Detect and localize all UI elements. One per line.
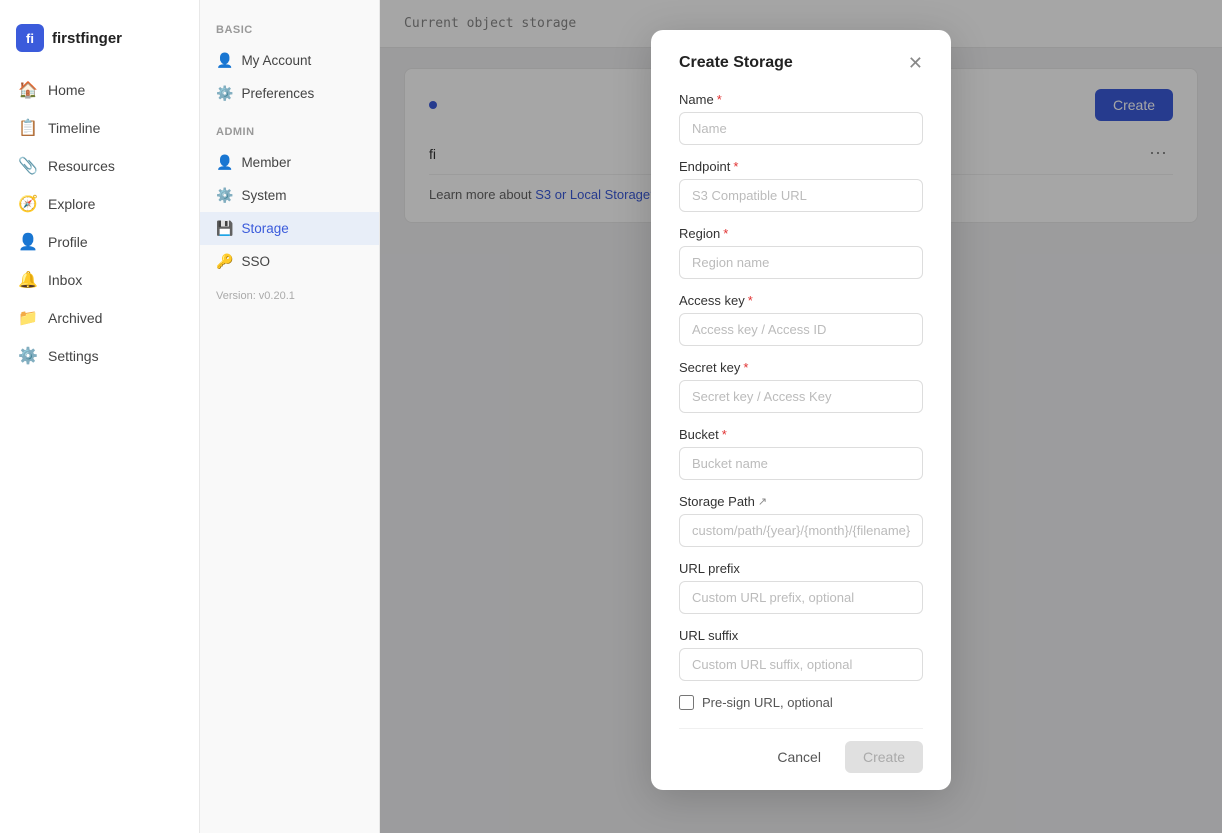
sidebar-item-profile[interactable]: 👤 Profile bbox=[8, 224, 191, 260]
secondary-nav-member[interactable]: 👤 Member bbox=[200, 146, 379, 179]
sidebar-item-label: Profile bbox=[48, 234, 88, 250]
label-region: Region * bbox=[679, 226, 923, 241]
required-star-bucket: * bbox=[722, 427, 727, 442]
sidebar-item-label: Timeline bbox=[48, 120, 100, 136]
input-bucket[interactable] bbox=[679, 447, 923, 480]
sso-icon: 🔑 bbox=[216, 253, 233, 270]
form-group-url-prefix: URL prefix bbox=[679, 561, 923, 614]
sidebar-item-label: Inbox bbox=[48, 272, 82, 288]
timeline-icon: 📋 bbox=[18, 118, 38, 138]
profile-icon: 👤 bbox=[18, 232, 38, 252]
admin-section-label: Admin bbox=[200, 126, 379, 146]
storage-icon: 💾 bbox=[216, 220, 233, 237]
form-group-region: Region * bbox=[679, 226, 923, 279]
form-group-name: Name * bbox=[679, 92, 923, 145]
label-secret-key: Secret key * bbox=[679, 360, 923, 375]
sidebar-nav: 🏠 Home 📋 Timeline 📎 Resources 🧭 Explore … bbox=[0, 72, 199, 374]
label-storage-path: Storage Path ↗ bbox=[679, 494, 923, 509]
modal-actions: Cancel Create bbox=[679, 728, 923, 773]
system-icon: ⚙️ bbox=[216, 187, 233, 204]
input-secret-key[interactable] bbox=[679, 380, 923, 413]
form-group-storage-path: Storage Path ↗ bbox=[679, 494, 923, 547]
secondary-nav-preferences[interactable]: ⚙️ Preferences bbox=[200, 77, 379, 110]
version-label: Version: v0.20.1 bbox=[200, 278, 379, 302]
label-endpoint: Endpoint * bbox=[679, 159, 923, 174]
sidebar-item-archived[interactable]: 📁 Archived bbox=[8, 300, 191, 336]
checkbox-presign[interactable] bbox=[679, 695, 694, 710]
app-name: firstfinger bbox=[52, 30, 122, 47]
form-group-bucket: Bucket * bbox=[679, 427, 923, 480]
modal-header: Create Storage ✕ bbox=[679, 54, 923, 72]
label-access-key: Access key * bbox=[679, 293, 923, 308]
label-url-suffix: URL suffix bbox=[679, 628, 923, 643]
preferences-icon: ⚙️ bbox=[216, 85, 233, 102]
app-logo[interactable]: fi firstfinger bbox=[0, 16, 199, 72]
form-group-endpoint: Endpoint * bbox=[679, 159, 923, 212]
member-icon: 👤 bbox=[216, 154, 233, 171]
label-bucket: Bucket * bbox=[679, 427, 923, 442]
sidebar-item-resources[interactable]: 📎 Resources bbox=[8, 148, 191, 184]
input-endpoint[interactable] bbox=[679, 179, 923, 212]
sidebar-item-label: Settings bbox=[48, 348, 99, 364]
sidebar-item-explore[interactable]: 🧭 Explore bbox=[8, 186, 191, 222]
required-star-region: * bbox=[723, 226, 728, 241]
checkbox-row-presign: Pre-sign URL, optional bbox=[679, 695, 923, 710]
explore-icon: 🧭 bbox=[18, 194, 38, 214]
external-link-icon[interactable]: ↗ bbox=[758, 495, 767, 508]
modal-create-button[interactable]: Create bbox=[845, 741, 923, 773]
secondary-nav-sso[interactable]: 🔑 SSO bbox=[200, 245, 379, 278]
form-group-url-suffix: URL suffix bbox=[679, 628, 923, 681]
required-star-name: * bbox=[717, 92, 722, 107]
checkbox-presign-label: Pre-sign URL, optional bbox=[702, 695, 833, 710]
modal-title: Create Storage bbox=[679, 54, 793, 72]
sidebar-item-timeline[interactable]: 📋 Timeline bbox=[8, 110, 191, 146]
required-star-access-key: * bbox=[748, 293, 753, 308]
sidebar-item-label: Explore bbox=[48, 196, 95, 212]
form-group-secret-key: Secret key * bbox=[679, 360, 923, 413]
label-url-prefix: URL prefix bbox=[679, 561, 923, 576]
form-group-access-key: Access key * bbox=[679, 293, 923, 346]
preferences-label: Preferences bbox=[241, 86, 314, 101]
system-label: System bbox=[241, 188, 286, 203]
required-star-endpoint: * bbox=[733, 159, 738, 174]
secondary-nav-storage[interactable]: 💾 Storage bbox=[200, 212, 379, 245]
logo-icon: fi bbox=[16, 24, 44, 52]
settings-icon: ⚙️ bbox=[18, 346, 38, 366]
member-label: Member bbox=[241, 155, 291, 170]
secondary-sidebar: Basic 👤 My Account ⚙️ Preferences Admin … bbox=[200, 0, 380, 833]
resources-icon: 📎 bbox=[18, 156, 38, 176]
input-url-suffix[interactable] bbox=[679, 648, 923, 681]
sso-label: SSO bbox=[241, 254, 270, 269]
main-content: Basic 👤 My Account ⚙️ Preferences Admin … bbox=[200, 0, 1222, 833]
sidebar: fi firstfinger 🏠 Home 📋 Timeline 📎 Resou… bbox=[0, 0, 200, 833]
input-region[interactable] bbox=[679, 246, 923, 279]
modal-close-button[interactable]: ✕ bbox=[908, 54, 923, 72]
my-account-label: My Account bbox=[241, 53, 311, 68]
input-storage-path[interactable] bbox=[679, 514, 923, 547]
inbox-icon: 🔔 bbox=[18, 270, 38, 290]
input-name[interactable] bbox=[679, 112, 923, 145]
required-star-secret-key: * bbox=[743, 360, 748, 375]
sidebar-item-settings[interactable]: ⚙️ Settings bbox=[8, 338, 191, 374]
storage-label: Storage bbox=[241, 221, 288, 236]
sidebar-item-label: Resources bbox=[48, 158, 115, 174]
modal-overlay[interactable]: Create Storage ✕ Name * Endpoint * bbox=[380, 0, 1222, 833]
sidebar-item-label: Home bbox=[48, 82, 85, 98]
my-account-icon: 👤 bbox=[216, 52, 233, 69]
basic-section-label: Basic bbox=[200, 24, 379, 44]
sidebar-item-home[interactable]: 🏠 Home bbox=[8, 72, 191, 108]
create-storage-modal: Create Storage ✕ Name * Endpoint * bbox=[651, 30, 951, 790]
sidebar-item-label: Archived bbox=[48, 310, 102, 326]
secondary-nav-my-account[interactable]: 👤 My Account bbox=[200, 44, 379, 77]
archived-icon: 📁 bbox=[18, 308, 38, 328]
sidebar-item-inbox[interactable]: 🔔 Inbox bbox=[8, 262, 191, 298]
modal-cancel-button[interactable]: Cancel bbox=[763, 741, 835, 773]
input-url-prefix[interactable] bbox=[679, 581, 923, 614]
page-area: Current object storage Create fi ⋯ Learn… bbox=[380, 0, 1222, 833]
home-icon: 🏠 bbox=[18, 80, 38, 100]
secondary-nav-system[interactable]: ⚙️ System bbox=[200, 179, 379, 212]
input-access-key[interactable] bbox=[679, 313, 923, 346]
label-name: Name * bbox=[679, 92, 923, 107]
